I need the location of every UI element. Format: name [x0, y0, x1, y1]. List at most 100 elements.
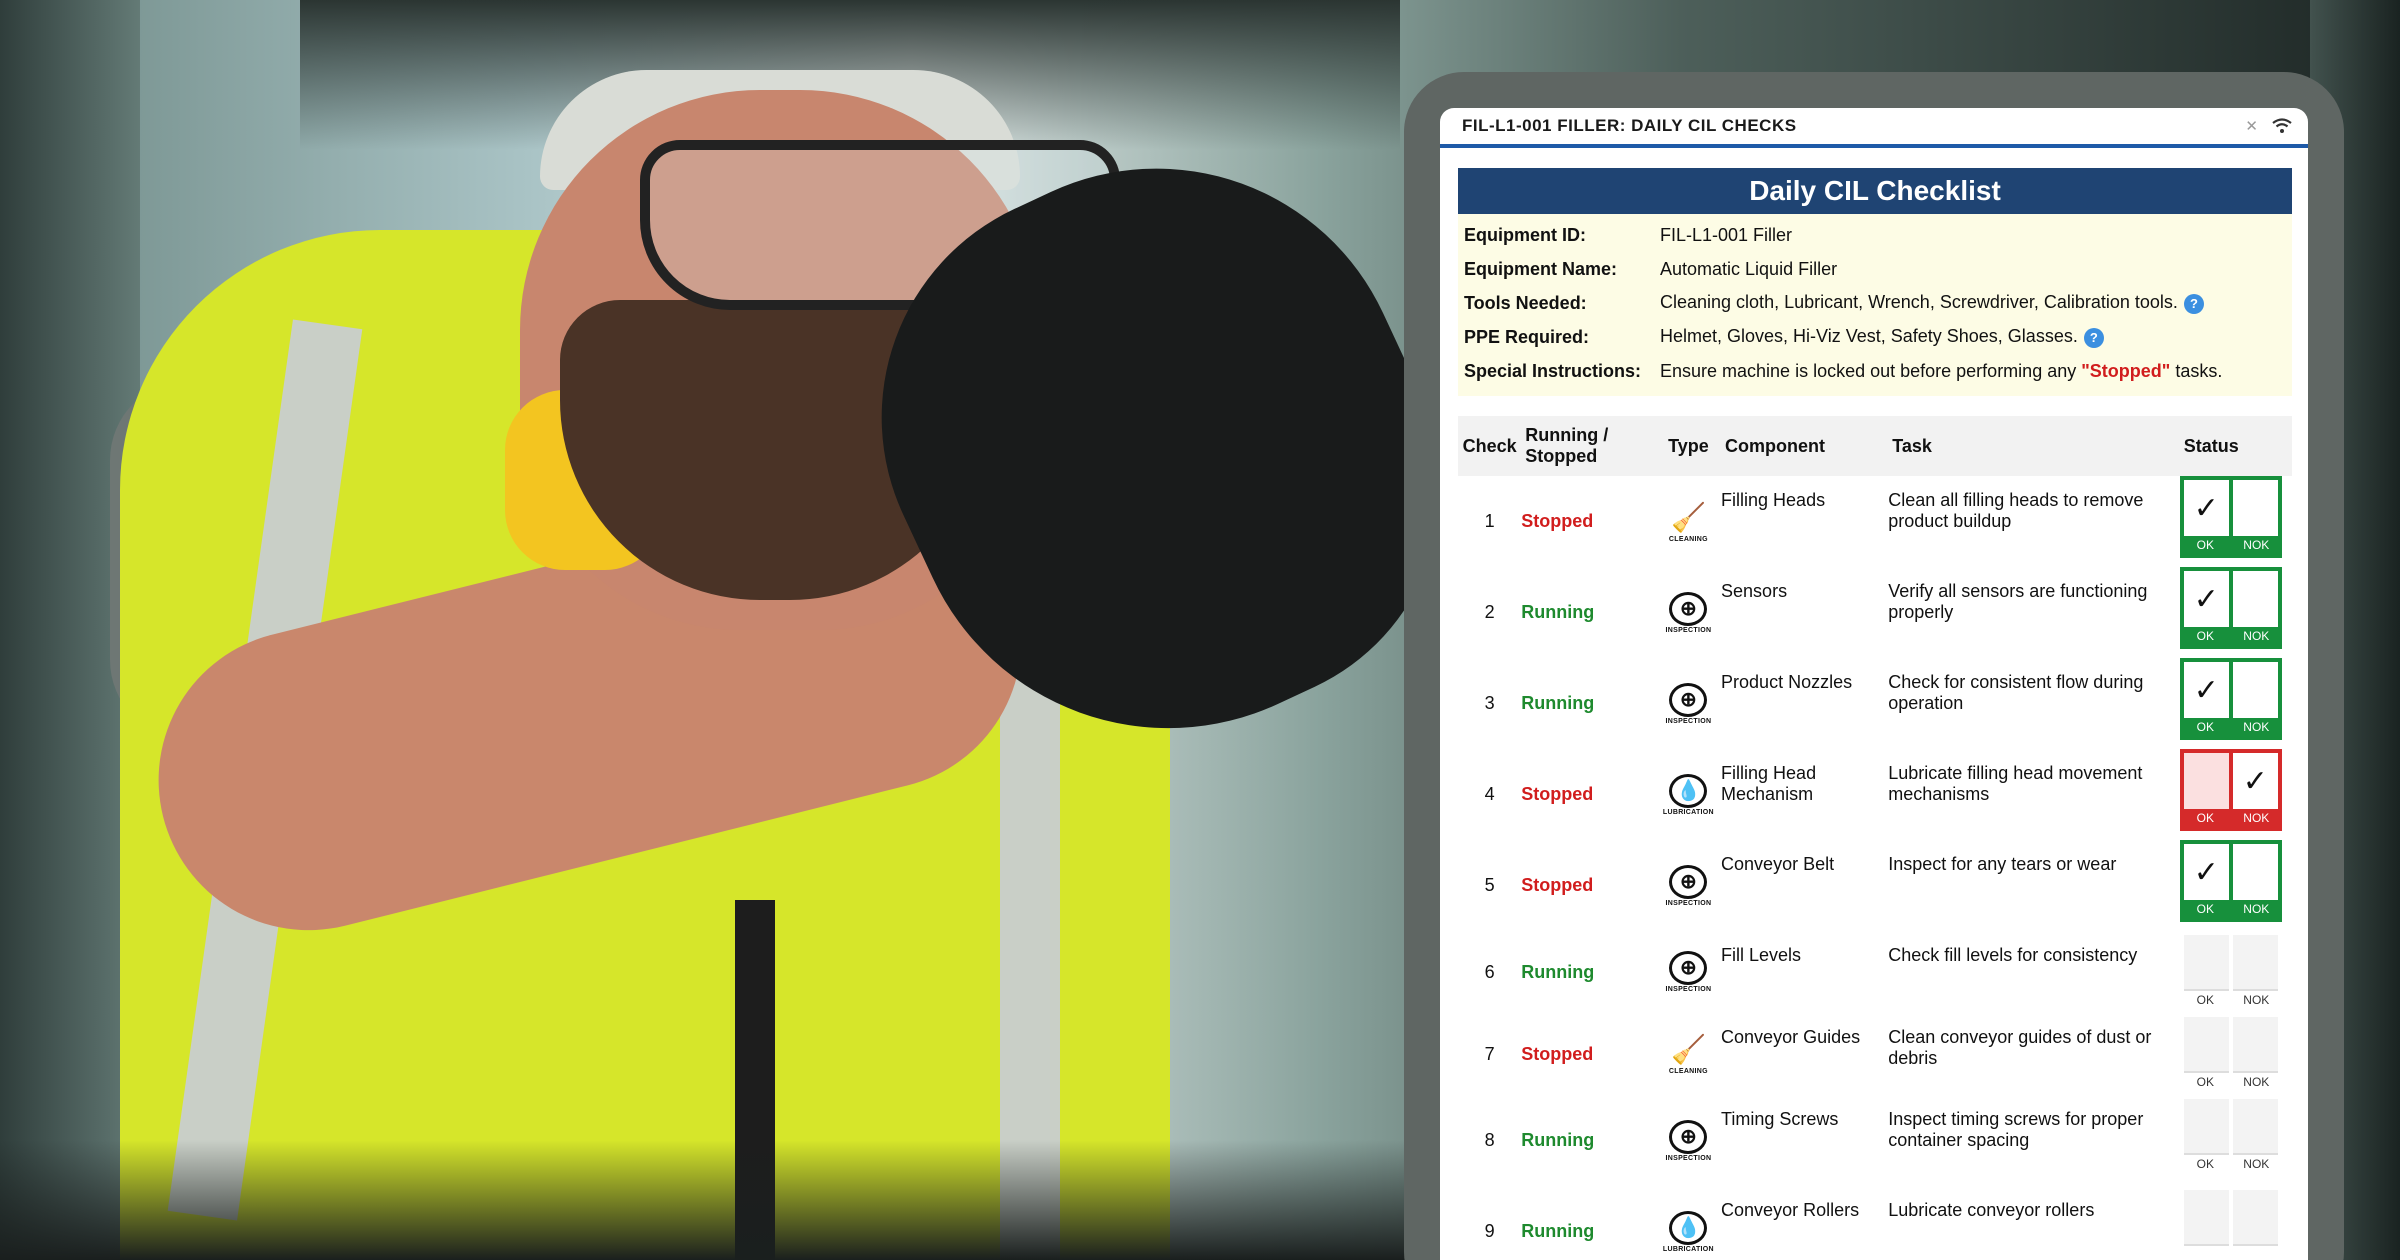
- ok-checkbox[interactable]: [2183, 1017, 2229, 1073]
- machine-state: Running: [1521, 693, 1595, 713]
- nok-checkbox[interactable]: [2232, 571, 2278, 627]
- column-header-running-stopped: Running / Stopped: [1521, 416, 1656, 476]
- task-type: ⊕ INSPECTION: [1656, 1095, 1721, 1186]
- ok-label: OK: [2196, 538, 2214, 552]
- info-value: Automatic Liquid Filler: [1660, 258, 1838, 279]
- nok-checkbox[interactable]: [2232, 1099, 2278, 1155]
- status-unset: OK NOK: [2180, 931, 2282, 1013]
- help-icon[interactable]: ?: [2083, 327, 2104, 348]
- nok-label: NOK: [2243, 1075, 2270, 1089]
- task-type: 💧 LUBRICATION: [1656, 749, 1721, 840]
- component-name: Conveyor Guides: [1721, 1027, 1861, 1047]
- info-value-prefix: Ensure machine is locked out before perf…: [1660, 360, 2077, 381]
- nok-checkbox[interactable]: ✓: [2232, 753, 2278, 809]
- task-description: Check for consistent flow during operati…: [1888, 672, 2144, 713]
- status-ok-selected: ✓ OK NOK: [2179, 658, 2282, 740]
- table-row: 2 Running ⊕ INSPECTION Sensors Verify all sen…: [1458, 567, 2292, 658]
- task-description: Lubricate filling head movement mechanis…: [1888, 763, 2143, 804]
- info-value-wrap: Cleaning cloth, Lubricant, Wrench, Screw…: [1660, 292, 2292, 314]
- cleaning-icon: 🧹 CLEANING: [1668, 501, 1708, 543]
- nok-checkbox[interactable]: [2232, 480, 2278, 536]
- component-name: Conveyor Rollers: [1721, 1200, 1860, 1220]
- task-description: Clean conveyor guides of dust or debris: [1888, 1027, 2152, 1068]
- nok-checkbox[interactable]: [2232, 1190, 2278, 1246]
- ok-checkbox[interactable]: [2183, 753, 2229, 809]
- info-value-highlight: "Stopped": [2081, 360, 2171, 381]
- component-name: Fill Levels: [1721, 945, 1802, 965]
- inspection-icon: ⊕ INSPECTION: [1665, 864, 1712, 907]
- check-number: 4: [1484, 784, 1495, 804]
- task-description: Inspect for any tears or wear: [1888, 854, 2117, 874]
- info-value: FIL-L1-001 Filler: [1660, 224, 1793, 245]
- column-header-status: Status: [2179, 416, 2292, 476]
- ok-label: OK: [2196, 902, 2214, 916]
- info-label: Tools Needed:: [1464, 292, 1587, 313]
- task-description: Lubricate conveyor rollers: [1888, 1200, 2095, 1220]
- info-value-suffix: tasks.: [2175, 360, 2223, 381]
- ok-checkbox[interactable]: ✓: [2183, 571, 2229, 627]
- machine-state: Running: [1521, 961, 1595, 982]
- info-special-instructions: Special Instructions: Ensure machine is …: [1458, 354, 2292, 388]
- info-ppe-required: PPE Required: Helmet, Gloves, Hi-Viz Ves…: [1458, 320, 2292, 354]
- task-type: 💧 LUBRICATION: [1656, 1186, 1721, 1260]
- nok-label: NOK: [2243, 629, 2270, 643]
- lubrication-icon: 💧 LUBRICATION: [1663, 773, 1714, 816]
- info-label: Equipment Name:: [1464, 258, 1618, 279]
- info-equipment-name: Equipment Name: Automatic Liquid Filler: [1458, 252, 2292, 286]
- status-cell: ✓ OK NOK: [2179, 567, 2292, 658]
- machine-state: Stopped: [1521, 784, 1594, 804]
- column-header-type: Type: [1655, 416, 1722, 476]
- task-type: ⊕ INSPECTION: [1656, 658, 1721, 749]
- machine-state: Running: [1521, 1221, 1595, 1241]
- inspection-icon: ⊕ INSPECTION: [1666, 591, 1712, 634]
- nok-checkbox[interactable]: [2232, 844, 2278, 900]
- check-number: 1: [1484, 511, 1495, 531]
- check-number: 3: [1484, 693, 1495, 713]
- nok-label: NOK: [2243, 720, 2270, 734]
- nok-label: NOK: [2243, 811, 2270, 825]
- ok-label: OK: [2196, 1075, 2214, 1089]
- inspection-icon: ⊕ INSPECTION: [1666, 682, 1712, 725]
- app-titlebar: FIL-L1-001 FILLER: DAILY CIL CHECKS ✕: [1440, 108, 2308, 148]
- table-row: 3 Running ⊕ INSPECTION Product Nozzles Check …: [1458, 658, 2292, 749]
- check-number: 7: [1484, 1043, 1495, 1064]
- task-type: 🧹 CLEANING: [1656, 476, 1721, 567]
- status-unset: [2180, 1186, 2282, 1260]
- table-row: 4 Stopped 💧 LUBRICATION Filling Head Mechani…: [1458, 749, 2292, 840]
- component-name: Filling Heads: [1721, 490, 1826, 510]
- status-cell: OK NOK: [2180, 1013, 2292, 1095]
- ok-checkbox[interactable]: [2183, 1099, 2229, 1155]
- app-title: FIL-L1-001 FILLER: DAILY CIL CHECKS: [1462, 116, 1797, 135]
- help-icon[interactable]: ?: [2183, 293, 2204, 314]
- check-number: 2: [1484, 602, 1495, 622]
- type-caption: INSPECTION: [1665, 899, 1712, 907]
- machine-state: Running: [1521, 1130, 1595, 1150]
- ok-checkbox[interactable]: [2183, 935, 2229, 991]
- info-value: Cleaning cloth, Lubricant, Wrench, Screw…: [1660, 292, 2178, 313]
- table-row: 1 Stopped 🧹 CLEANING Filling Heads Clean all …: [1458, 476, 2292, 567]
- status-unset: OK NOK: [2180, 1013, 2282, 1095]
- column-header-task: Task: [1888, 416, 2180, 476]
- info-value: Helmet, Gloves, Hi-Viz Vest, Safety Shoe…: [1660, 326, 2078, 347]
- check-number: 6: [1484, 961, 1495, 982]
- type-caption: INSPECTION: [1665, 986, 1712, 993]
- tablet-screen: FIL-L1-001 FILLER: DAILY CIL CHECKS ✕ Da…: [1440, 108, 2308, 1260]
- equipment-info: Equipment ID: FIL-L1-001 Filler Equipmen…: [1458, 214, 2292, 396]
- nok-checkbox[interactable]: [2232, 935, 2278, 991]
- cleaning-icon: 🧹 CLEANING: [1668, 1034, 1708, 1076]
- column-header-component: Component: [1721, 416, 1889, 476]
- table-row: 5 Stopped ⊕ INSPECTION Conveyor Belt Inspect …: [1458, 840, 2292, 931]
- ok-checkbox[interactable]: ✓: [2183, 844, 2229, 900]
- info-label: PPE Required:: [1464, 326, 1590, 347]
- tablet-device: FIL-L1-001 FILLER: DAILY CIL CHECKS ✕ Da…: [1404, 72, 2344, 1260]
- ok-label: OK: [2196, 811, 2214, 825]
- task-description: Verify all sensors are functioning prope…: [1888, 581, 2148, 622]
- nok-checkbox[interactable]: [2232, 662, 2278, 718]
- ok-checkbox[interactable]: [2183, 1190, 2229, 1246]
- ok-checkbox[interactable]: ✓: [2183, 480, 2229, 536]
- component-name: Timing Screws: [1721, 1109, 1839, 1129]
- nok-label: NOK: [2243, 1157, 2270, 1171]
- nok-checkbox[interactable]: [2232, 1017, 2278, 1073]
- task-type: ⊕ INSPECTION: [1656, 840, 1721, 931]
- ok-checkbox[interactable]: ✓: [2183, 662, 2229, 718]
